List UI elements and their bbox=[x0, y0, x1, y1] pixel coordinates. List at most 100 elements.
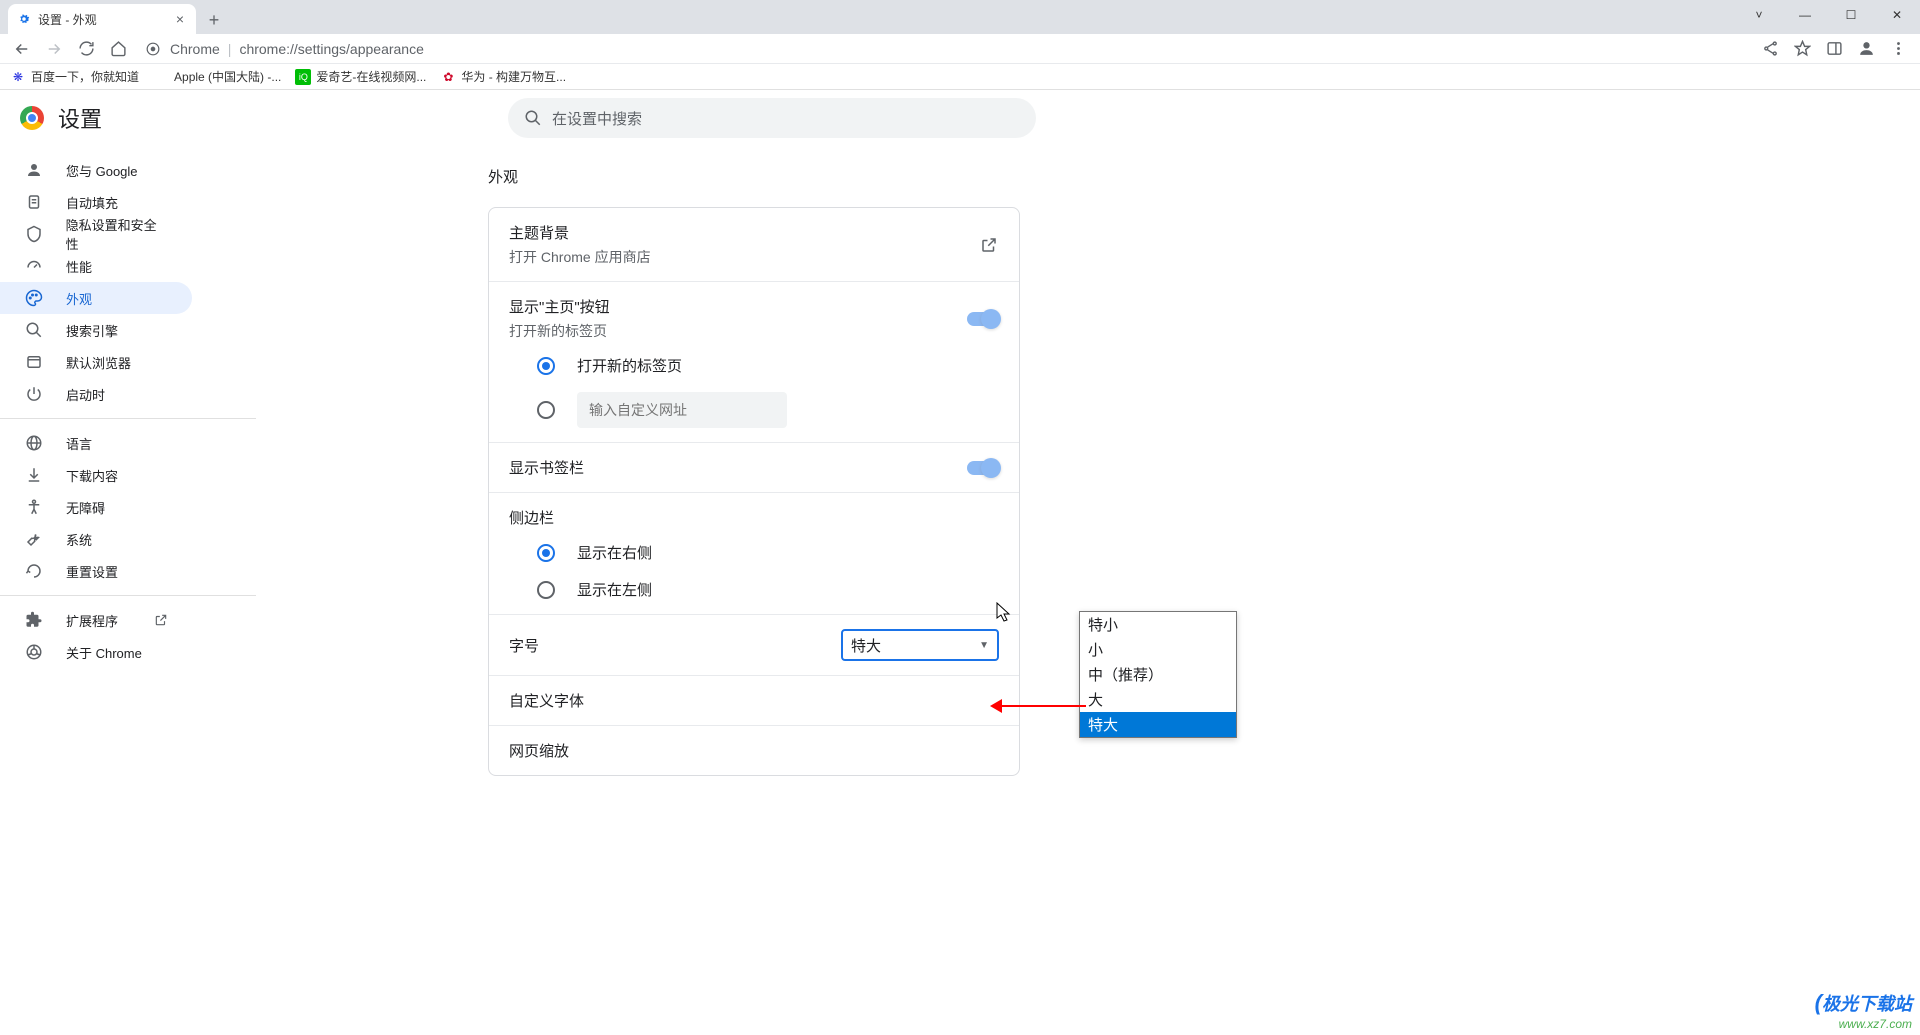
toggle-bookmarks-bar[interactable] bbox=[967, 461, 999, 475]
row-subtitle: 打开 Chrome 应用商店 bbox=[509, 247, 651, 267]
row-custom-font[interactable]: 自定义字体 bbox=[489, 676, 1019, 726]
share-icon[interactable] bbox=[1756, 35, 1784, 63]
nav-label: 外观 bbox=[66, 289, 92, 308]
clipboard-icon bbox=[24, 193, 44, 211]
settings-header: 设置 在设置中搜索 bbox=[0, 90, 1920, 146]
bookmark-iqiyi[interactable]: iQ爱奇艺-在线视频网... bbox=[295, 68, 426, 85]
dropdown-option-l[interactable]: 大 bbox=[1080, 687, 1236, 712]
nav-startup[interactable]: 启动时 bbox=[0, 378, 192, 410]
chevron-down-icon[interactable]: ˅ bbox=[1736, 0, 1782, 30]
nav-performance[interactable]: 性能 bbox=[0, 250, 192, 282]
row-title: 显示书签栏 bbox=[509, 457, 584, 478]
nav-label: 系统 bbox=[66, 530, 92, 549]
reload-button[interactable] bbox=[72, 35, 100, 63]
person-icon bbox=[24, 161, 44, 179]
home-button[interactable] bbox=[104, 35, 132, 63]
radio-sidepanel-left[interactable] bbox=[537, 581, 555, 599]
nav-accessibility[interactable]: 无障碍 bbox=[0, 491, 192, 523]
nav-appearance[interactable]: 外观 bbox=[0, 282, 192, 314]
browser-toolbar: Chrome | chrome://settings/appearance bbox=[0, 34, 1920, 64]
nav-label: 启动时 bbox=[66, 385, 105, 404]
bookmark-label: 华为 - 构建万物互... bbox=[461, 68, 566, 85]
radio-custom-url[interactable] bbox=[537, 401, 555, 419]
external-link-icon bbox=[979, 235, 999, 255]
nav-label: 关于 Chrome bbox=[66, 643, 142, 662]
radio-sidepanel-right-row[interactable]: 显示在右侧 bbox=[537, 542, 999, 563]
nav-about[interactable]: 关于 Chrome bbox=[0, 636, 192, 668]
appearance-card: 主题背景 打开 Chrome 应用商店 显示"主页"按钮 打开新的标签页 bbox=[488, 207, 1020, 776]
row-fontsize: 字号 特大 ▼ bbox=[489, 615, 1019, 676]
dropdown-option-xs[interactable]: 特小 bbox=[1080, 612, 1236, 637]
nav-privacy[interactable]: 隐私设置和安全性 bbox=[0, 218, 192, 250]
bookmark-baidu[interactable]: ❋百度一下，你就知道 bbox=[10, 68, 139, 85]
radio-sidepanel-left-row[interactable]: 显示在左侧 bbox=[537, 579, 999, 600]
gear-icon bbox=[16, 11, 32, 27]
globe-icon bbox=[24, 434, 44, 452]
nav-label: 下载内容 bbox=[66, 466, 118, 485]
toggle-home-button[interactable] bbox=[967, 312, 999, 326]
nav-label: 搜索引擎 bbox=[66, 321, 118, 340]
back-button[interactable] bbox=[8, 35, 36, 63]
nav-label: 语言 bbox=[66, 434, 92, 453]
nav-downloads[interactable]: 下载内容 bbox=[0, 459, 192, 491]
nav-you-and-google[interactable]: 您与 Google bbox=[0, 154, 192, 186]
power-icon bbox=[24, 385, 44, 403]
nav-autofill[interactable]: 自动填充 bbox=[0, 186, 192, 218]
star-icon[interactable] bbox=[1788, 35, 1816, 63]
nav-label: 自动填充 bbox=[66, 193, 118, 212]
row-bookmarks-bar: 显示书签栏 bbox=[489, 443, 1019, 493]
row-title: 侧边栏 bbox=[509, 507, 554, 528]
dropdown-option-xl[interactable]: 特大 bbox=[1080, 712, 1236, 737]
row-title: 网页缩放 bbox=[509, 740, 569, 761]
nav-search-engine[interactable]: 搜索引擎 bbox=[0, 314, 192, 346]
download-icon bbox=[24, 466, 44, 484]
tab-close-icon[interactable]: × bbox=[172, 11, 188, 27]
settings-search-input[interactable]: 在设置中搜索 bbox=[508, 98, 1036, 138]
sidepanel-icon[interactable] bbox=[1820, 35, 1848, 63]
row-theme[interactable]: 主题背景 打开 Chrome 应用商店 bbox=[489, 208, 1019, 282]
watermark-url: www.xz7.com bbox=[1815, 1017, 1912, 1031]
address-bar[interactable]: Chrome | chrome://settings/appearance bbox=[136, 35, 1456, 63]
home-button-options: 打开新的标签页 bbox=[489, 347, 1019, 443]
close-button[interactable]: ✕ bbox=[1874, 0, 1920, 30]
fontsize-dropdown: 特小 小 中（推荐） 大 特大 bbox=[1079, 611, 1237, 738]
nav-default-browser[interactable]: 默认浏览器 bbox=[0, 346, 192, 378]
speedometer-icon bbox=[24, 257, 44, 275]
browser-tab[interactable]: 设置 - 外观 × bbox=[8, 4, 196, 34]
nav-extensions[interactable]: 扩展程序 bbox=[0, 604, 192, 636]
forward-button[interactable] bbox=[40, 35, 68, 63]
nav-system[interactable]: 系统 bbox=[0, 523, 192, 555]
custom-url-input[interactable] bbox=[577, 392, 787, 428]
minimize-button[interactable]: ― bbox=[1782, 0, 1828, 30]
profile-icon[interactable] bbox=[1852, 35, 1880, 63]
menu-icon[interactable] bbox=[1884, 35, 1912, 63]
dropdown-arrow-icon: ▼ bbox=[979, 640, 989, 651]
new-tab-button[interactable]: + bbox=[200, 6, 228, 34]
row-title: 主题背景 bbox=[509, 222, 651, 243]
bookmark-apple[interactable]: Apple (中国大陆) -... bbox=[153, 68, 281, 85]
watermark: (极光下载站 www.xz7.com bbox=[1815, 990, 1912, 1031]
radio-sidepanel-right[interactable] bbox=[537, 544, 555, 562]
fontsize-select[interactable]: 特大 ▼ bbox=[841, 629, 999, 661]
section-title: 外观 bbox=[488, 166, 1920, 187]
bookmark-huawei[interactable]: ✿ 华为 - 构建万物互... bbox=[440, 68, 566, 85]
nav-label: 您与 Google bbox=[66, 161, 138, 180]
search-icon bbox=[524, 109, 542, 127]
nav-language[interactable]: 语言 bbox=[0, 427, 192, 459]
dropdown-option-m[interactable]: 中（推荐） bbox=[1080, 662, 1236, 687]
huawei-icon: ✿ bbox=[440, 69, 456, 85]
radio-newtab-row[interactable]: 打开新的标签页 bbox=[537, 355, 999, 376]
puzzle-icon bbox=[24, 611, 44, 629]
maximize-button[interactable]: ☐ bbox=[1828, 0, 1874, 30]
dropdown-option-s[interactable]: 小 bbox=[1080, 637, 1236, 662]
radio-newtab[interactable] bbox=[537, 357, 555, 375]
radio-custom-url-row[interactable] bbox=[537, 392, 999, 428]
tab-title: 设置 - 外观 bbox=[38, 11, 166, 28]
radio-label: 打开新的标签页 bbox=[577, 355, 682, 376]
watermark-text: 极光下载站 bbox=[1822, 994, 1912, 1014]
nav-reset[interactable]: 重置设置 bbox=[0, 555, 192, 587]
row-title: 显示"主页"按钮 bbox=[509, 296, 610, 317]
nav-label: 默认浏览器 bbox=[66, 353, 131, 372]
annotation-arrow bbox=[992, 696, 1092, 716]
search-placeholder: 在设置中搜索 bbox=[552, 108, 642, 129]
